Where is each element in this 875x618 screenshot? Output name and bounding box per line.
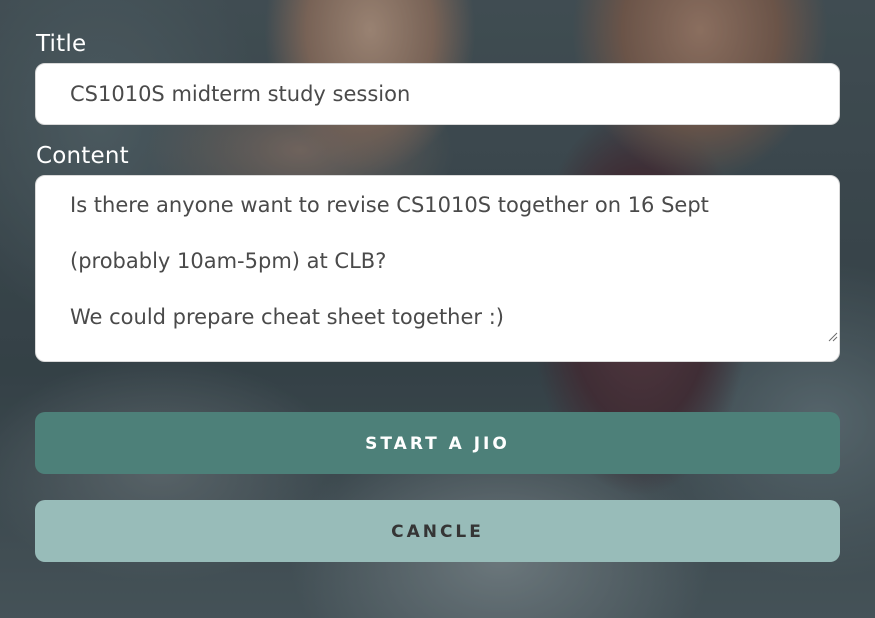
- content-line: We could prepare cheat sheet together :): [70, 305, 504, 329]
- content-label: Content: [36, 143, 129, 169]
- content-textarea[interactable]: Is there anyone want to revise CS1010S t…: [35, 175, 840, 362]
- content-line: Is there anyone want to revise CS1010S t…: [70, 193, 709, 217]
- cancel-button[interactable]: CANCLE: [35, 500, 840, 562]
- title-input[interactable]: CS1010S midterm study session: [35, 63, 840, 125]
- start-jio-button[interactable]: START A JIO: [35, 412, 840, 474]
- title-label: Title: [36, 31, 87, 57]
- content-line: (probably 10am-5pm) at CLB?: [70, 249, 387, 273]
- resize-grip-icon[interactable]: [826, 330, 838, 342]
- title-input-value: CS1010S midterm study session: [70, 82, 411, 106]
